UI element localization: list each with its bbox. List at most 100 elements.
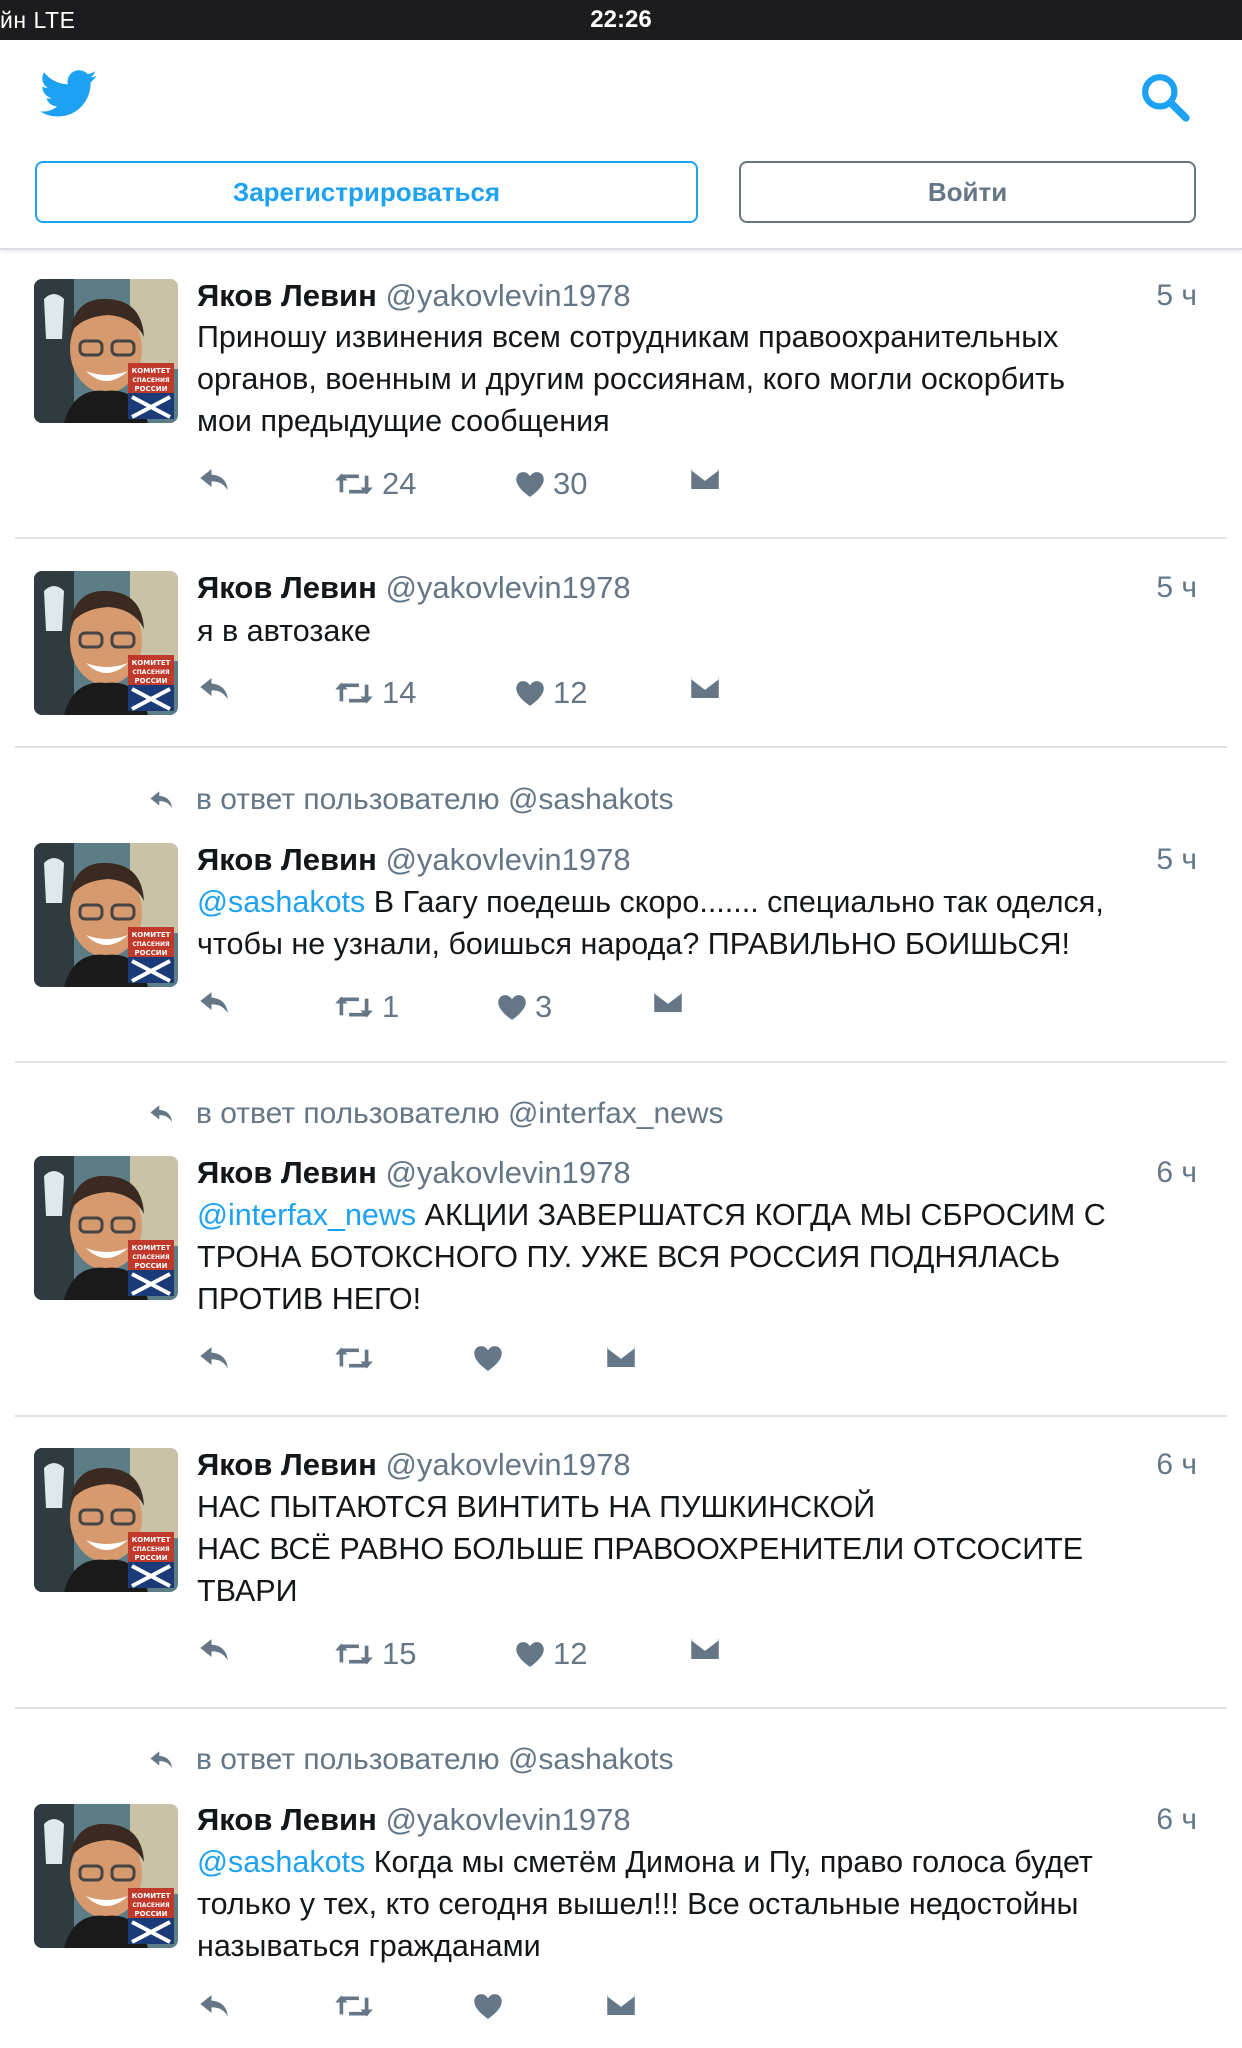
tweet-text-segment: мои предыдущие сообщения bbox=[197, 404, 610, 438]
reply-button[interactable] bbox=[198, 1636, 232, 1664]
direct-message-button[interactable] bbox=[690, 466, 720, 492]
author-name[interactable]: Яков Левин bbox=[197, 1802, 377, 1837]
retweet-button[interactable] bbox=[334, 1992, 382, 2020]
direct-message-button[interactable] bbox=[653, 989, 683, 1015]
signup-button[interactable]: Зарегистрироваться bbox=[35, 161, 698, 223]
login-button[interactable]: Войти bbox=[739, 161, 1196, 223]
tweet-timestamp[interactable]: 5 ч bbox=[1156, 277, 1197, 315]
retweet-button[interactable]: 14 bbox=[334, 675, 416, 711]
tweet-text-segment: В Гаагу поедешь скоро....... специально … bbox=[365, 885, 1104, 919]
mention-link[interactable]: @sashakots bbox=[197, 1845, 365, 1879]
tweet-actions: 15 12 bbox=[0, 1636, 1242, 1676]
reply-button[interactable] bbox=[198, 989, 232, 1017]
badge: КОМИТЕТ СПАСЕНИЯ РОССИИ bbox=[128, 927, 174, 983]
svg-text:СПАСЕНИЯ: СПАСЕНИЯ bbox=[132, 1902, 170, 1909]
twitter-bird-icon[interactable] bbox=[40, 70, 98, 118]
reply-icon bbox=[198, 1992, 232, 2020]
svg-text:КОМИТЕТ: КОМИТЕТ bbox=[132, 659, 171, 667]
tweet-timestamp[interactable]: 6 ч bbox=[1156, 1154, 1197, 1192]
tweet-text-segment: ТВАРИ bbox=[197, 1574, 298, 1608]
author-name[interactable]: Яков Левин bbox=[197, 842, 377, 877]
avatar[interactable]: КОМИТЕТ СПАСЕНИЯ РОССИИ bbox=[34, 279, 178, 423]
search-icon[interactable] bbox=[1140, 72, 1190, 122]
tweet-timestamp[interactable]: 6 ч bbox=[1156, 1801, 1197, 1839]
like-button[interactable] bbox=[473, 1992, 511, 2020]
avatar[interactable]: КОМИТЕТ СПАСЕНИЯ РОССИИ bbox=[34, 1804, 178, 1948]
tweet-actions: 24 30 bbox=[0, 466, 1242, 506]
avatar[interactable]: КОМИТЕТ СПАСЕНИЯ РОССИИ bbox=[34, 1156, 178, 1300]
like-button[interactable] bbox=[473, 1344, 511, 1372]
author-handle[interactable]: @yakovlevin1978 bbox=[385, 278, 630, 313]
heart-icon bbox=[515, 470, 545, 498]
author-name[interactable]: Яков Левин bbox=[197, 1447, 377, 1482]
reply-icon bbox=[198, 675, 232, 703]
tweet-timestamp[interactable]: 5 ч bbox=[1156, 841, 1197, 879]
tweet-author[interactable]: Яков Левин @yakovlevin1978 bbox=[197, 277, 631, 315]
tweet-text-segment: АКЦИИ ЗАВЕРШАТСЯ КОГДА МЫ СБРОСИМ С bbox=[416, 1198, 1106, 1232]
tweet-text-segment: Приношу извинения всем сотрудникам право… bbox=[197, 320, 1059, 354]
tweet-text-segment: чтобы не узнали, боишься народа? ПРАВИЛЬ… bbox=[197, 927, 1071, 961]
author-name[interactable]: Яков Левин bbox=[197, 1155, 377, 1190]
reply-context-text: в ответ пользователю @sashakots bbox=[196, 1743, 674, 1776]
like-button[interactable]: 3 bbox=[497, 989, 552, 1025]
like-button[interactable]: 12 bbox=[515, 1636, 587, 1672]
author-name[interactable]: Яков Левин bbox=[197, 278, 377, 313]
tweet-text-line: @interfax_news АКЦИИ ЗАВЕРШАТСЯ КОГДА МЫ… bbox=[197, 1194, 1197, 1236]
tweet-text-segment: Когда мы сметём Димона и Пу, право голос… bbox=[365, 1845, 1093, 1879]
status-bar: йн LTE 22:26 bbox=[0, 0, 1242, 40]
svg-text:СПАСЕНИЯ: СПАСЕНИЯ bbox=[132, 941, 170, 948]
tweet-text-segment: только у тех, кто сегодня вышел!!! Все о… bbox=[197, 1887, 1079, 1921]
tweet-actions: 13 bbox=[0, 989, 1242, 1029]
retweet-button[interactable]: 1 bbox=[334, 989, 399, 1025]
avatar[interactable]: КОМИТЕТ СПАСЕНИЯ РОССИИ bbox=[34, 843, 178, 987]
avatar[interactable]: КОМИТЕТ СПАСЕНИЯ РОССИИ bbox=[34, 1448, 178, 1592]
like-button[interactable]: 12 bbox=[515, 675, 587, 711]
retweet-button[interactable] bbox=[334, 1344, 382, 1372]
mention-link[interactable]: @interfax_news bbox=[197, 1198, 416, 1232]
retweet-count: 15 bbox=[382, 1636, 417, 1671]
tweet-author[interactable]: Яков Левин @yakovlevin1978 bbox=[197, 1154, 631, 1192]
direct-message-button[interactable] bbox=[606, 1992, 636, 2018]
direct-message-button[interactable] bbox=[606, 1344, 636, 1370]
reply-button[interactable] bbox=[198, 675, 232, 703]
reply-context-icon bbox=[150, 791, 173, 808]
retweet-button[interactable]: 24 bbox=[334, 466, 416, 502]
badge: КОМИТЕТ СПАСЕНИЯ РОССИИ bbox=[128, 1240, 174, 1296]
reply-button[interactable] bbox=[198, 1344, 232, 1372]
tweet-text-line: @sashakots Когда мы сметём Димона и Пу, … bbox=[197, 1841, 1197, 1883]
tweet-author[interactable]: Яков Левин @yakovlevin1978 bbox=[197, 569, 631, 607]
author-name[interactable]: Яков Левин bbox=[197, 570, 377, 605]
direct-message-button[interactable] bbox=[690, 675, 720, 701]
author-handle[interactable]: @yakovlevin1978 bbox=[385, 1802, 630, 1837]
reply-button[interactable] bbox=[198, 1992, 232, 2020]
retweet-button[interactable]: 15 bbox=[334, 1636, 416, 1672]
author-handle[interactable]: @yakovlevin1978 bbox=[385, 1155, 630, 1190]
direct-message-button[interactable] bbox=[690, 1636, 720, 1662]
heart-icon bbox=[473, 1992, 503, 2020]
tweet-actions bbox=[0, 1992, 1242, 2032]
reply-icon bbox=[198, 466, 232, 494]
tweet-text-line: мои предыдущие сообщения bbox=[197, 400, 1197, 442]
tweet-timestamp[interactable]: 5 ч bbox=[1156, 569, 1197, 607]
author-handle[interactable]: @yakovlevin1978 bbox=[385, 570, 630, 605]
svg-text:РОССИИ: РОССИИ bbox=[134, 1262, 167, 1270]
svg-text:КОМИТЕТ: КОМИТЕТ bbox=[132, 931, 171, 939]
direct-message-icon bbox=[606, 1344, 636, 1370]
author-handle[interactable]: @yakovlevin1978 bbox=[385, 1447, 630, 1482]
svg-text:СПАСЕНИЯ: СПАСЕНИЯ bbox=[132, 1254, 170, 1261]
tweet-divider bbox=[15, 1061, 1227, 1063]
tweet-text-segment: называться гражданами bbox=[197, 1929, 541, 1963]
svg-text:СПАСЕНИЯ: СПАСЕНИЯ bbox=[132, 1546, 170, 1553]
tweet-author[interactable]: Яков Левин @yakovlevin1978 bbox=[197, 1446, 631, 1484]
like-button[interactable]: 30 bbox=[515, 466, 587, 502]
tweet-text: @interfax_news АКЦИИ ЗАВЕРШАТСЯ КОГДА МЫ… bbox=[197, 1194, 1197, 1320]
reply-icon bbox=[198, 1344, 232, 1372]
author-handle[interactable]: @yakovlevin1978 bbox=[385, 842, 630, 877]
tweet-author[interactable]: Яков Левин @yakovlevin1978 bbox=[197, 841, 631, 879]
tweet-timestamp[interactable]: 6 ч bbox=[1156, 1446, 1197, 1484]
tweet-author[interactable]: Яков Левин @yakovlevin1978 bbox=[197, 1801, 631, 1839]
tweet-text-line: чтобы не узнали, боишься народа? ПРАВИЛЬ… bbox=[197, 923, 1197, 965]
badge: КОМИТЕТ СПАСЕНИЯ РОССИИ bbox=[128, 1888, 174, 1944]
mention-link[interactable]: @sashakots bbox=[197, 885, 365, 919]
reply-button[interactable] bbox=[198, 466, 232, 494]
